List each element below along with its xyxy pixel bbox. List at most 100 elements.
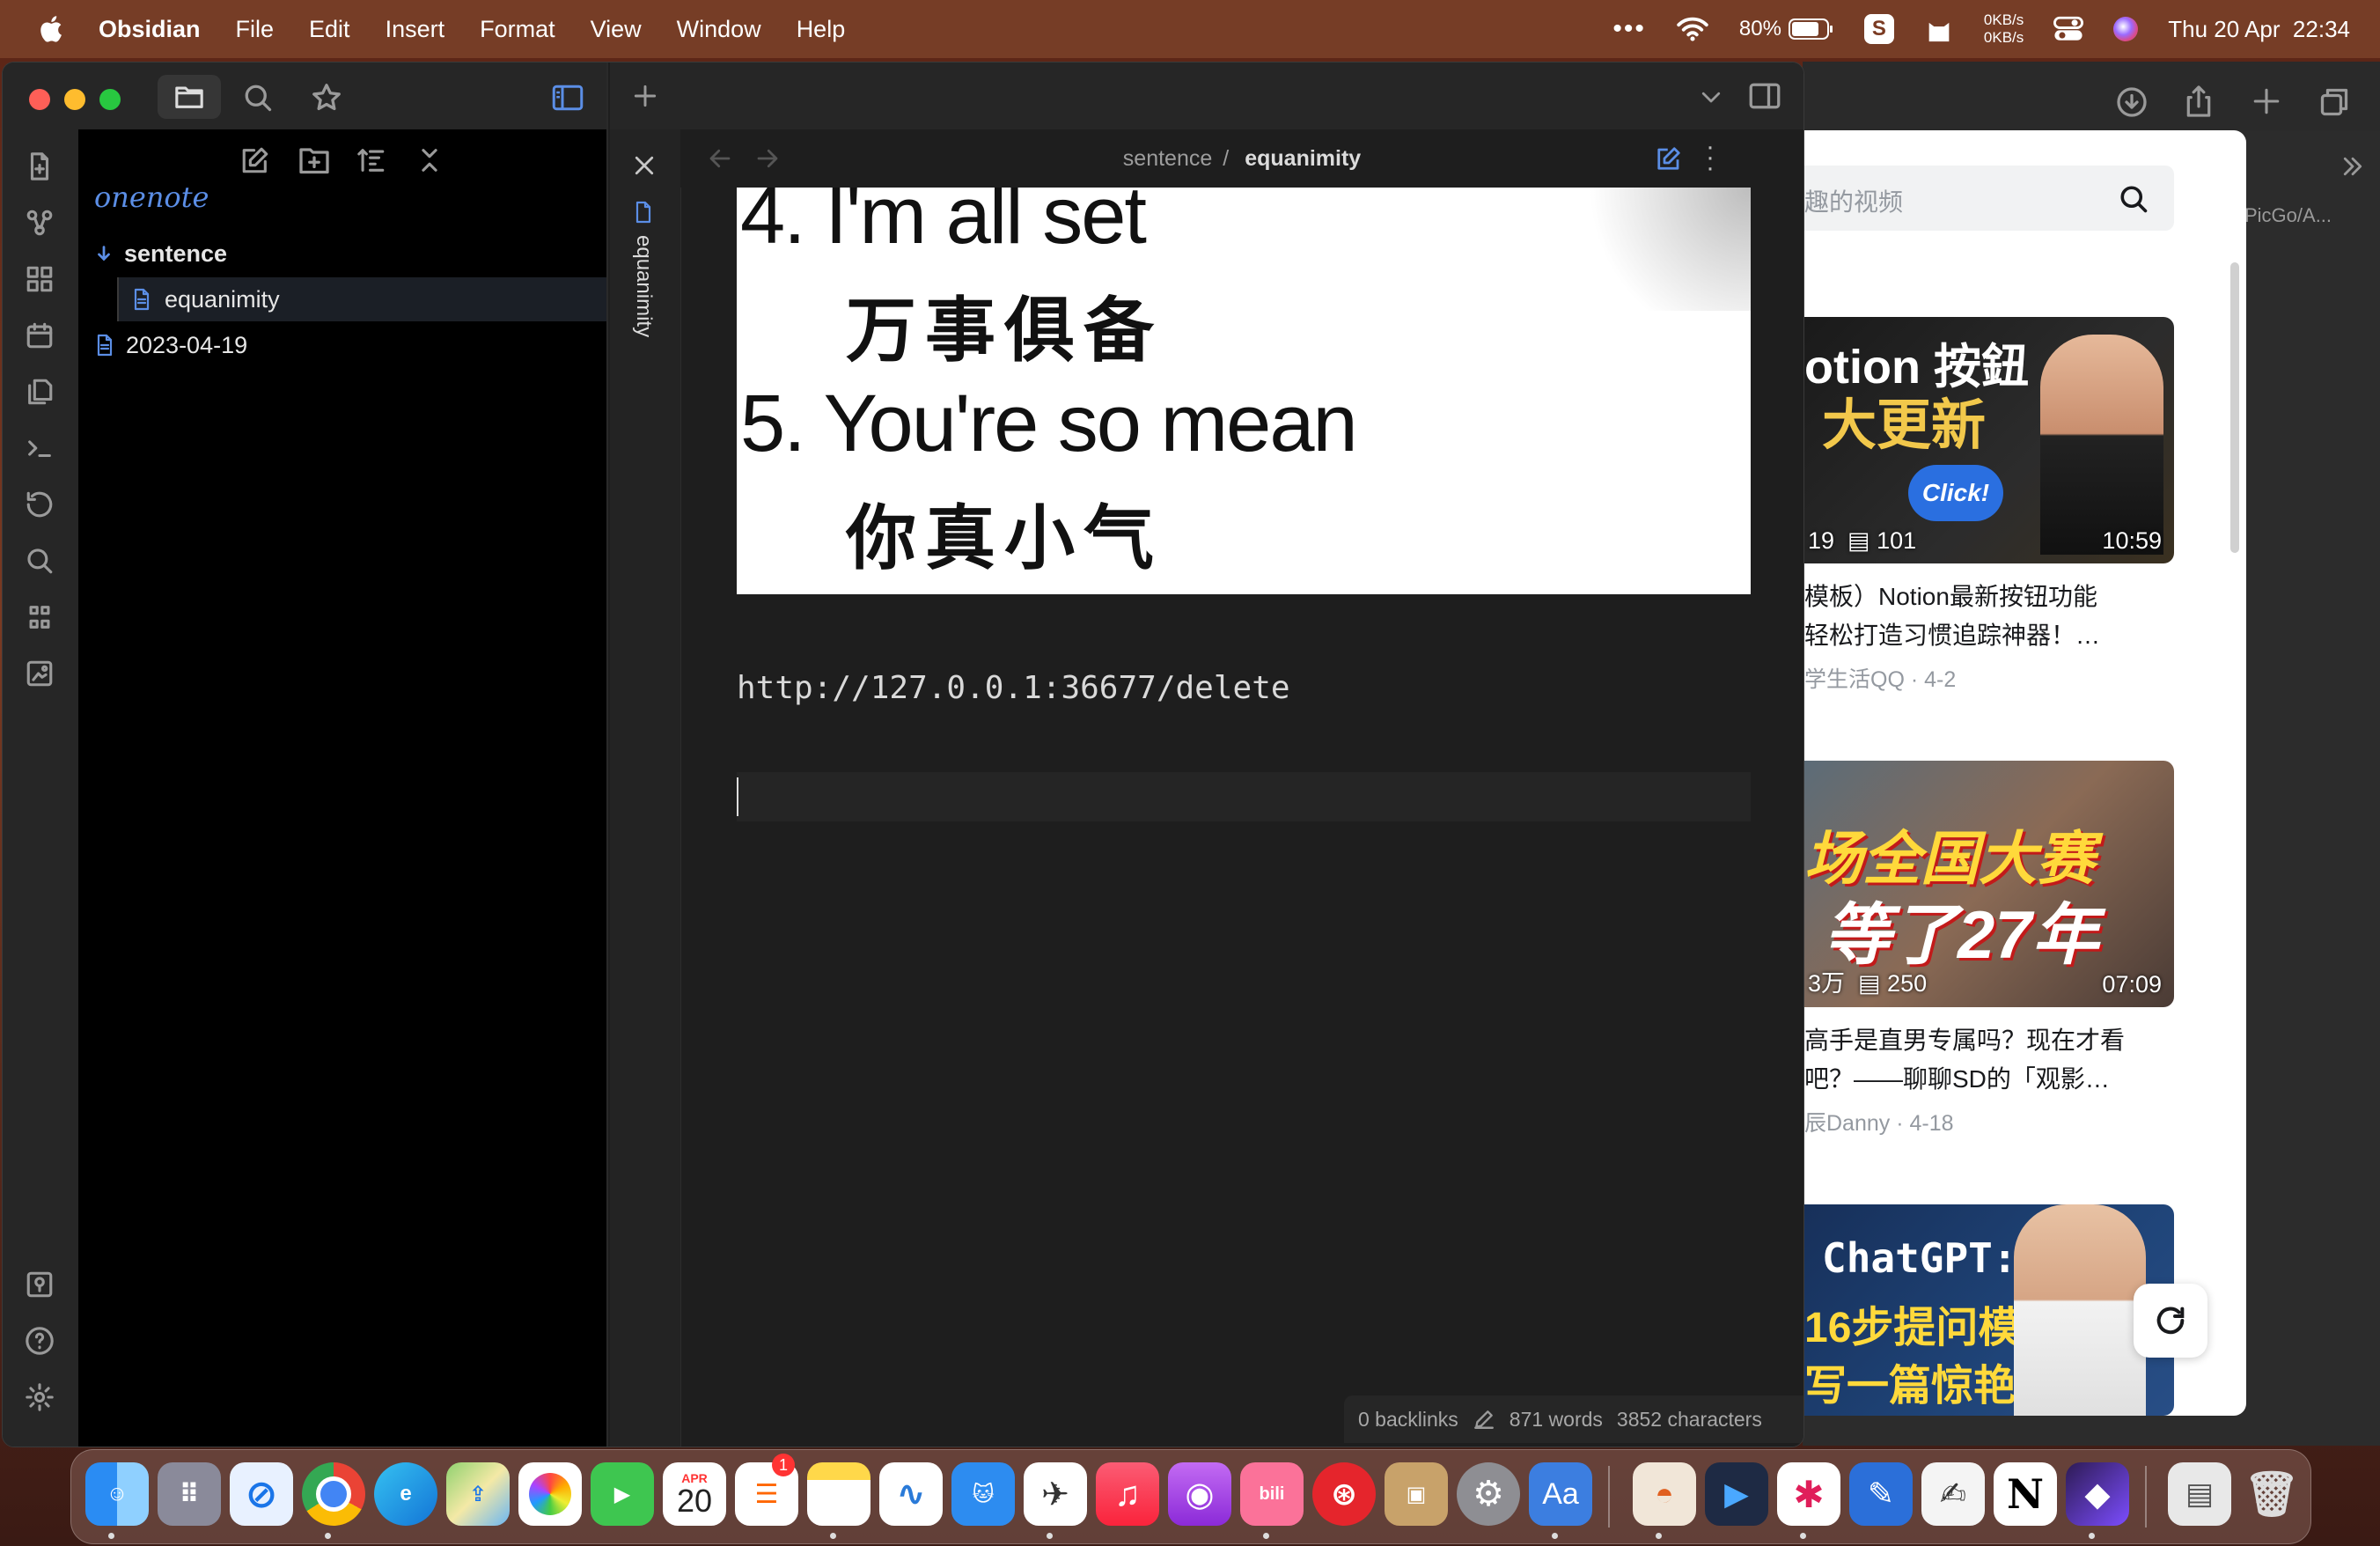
breadcrumb-folder[interactable]: sentence <box>1123 146 1212 172</box>
character-count[interactable]: 3852 characters <box>1617 1408 1762 1432</box>
tree-folder-sentence[interactable]: sentence <box>78 232 606 276</box>
shadowrocket-icon[interactable]: ✈ <box>1024 1462 1087 1526</box>
chevron-down-icon[interactable] <box>1698 84 1724 110</box>
ribbon-help[interactable] <box>18 1320 61 1362</box>
search-icon[interactable] <box>2118 183 2149 215</box>
ribbon-history[interactable] <box>18 483 61 526</box>
star-icon[interactable] <box>311 82 342 114</box>
clash-icon[interactable]: 🐱 <box>951 1462 1015 1526</box>
menu-edit[interactable]: Edit <box>309 16 350 43</box>
textedit-icon[interactable]: ✍ <box>1921 1462 1985 1526</box>
menu-insert[interactable]: Insert <box>386 16 445 43</box>
embedded-image[interactable]: 4. I'm all set 万事俱备 5. You're so mean 你真… <box>737 188 1751 594</box>
downloads-stack-icon[interactable]: ▤ <box>2168 1462 2231 1526</box>
search-box[interactable]: 趣的视频 <box>1804 166 2174 231</box>
app-icon-pot[interactable]: ◓ <box>1633 1462 1696 1526</box>
calendar-app-icon[interactable]: APR 20 <box>663 1462 726 1526</box>
finder-icon[interactable]: ☺ <box>85 1462 149 1526</box>
collapse-all-icon[interactable] <box>415 145 444 175</box>
zoom-window-button[interactable] <box>99 89 121 110</box>
scrivener-icon[interactable]: S <box>1863 14 1894 44</box>
download-icon[interactable] <box>2116 86 2148 118</box>
dictionary-icon[interactable]: Aa <box>1529 1462 1592 1526</box>
menu-help[interactable]: Help <box>797 16 846 43</box>
launchpad-icon[interactable]: ⠿ <box>158 1462 221 1526</box>
tabs-overview-icon[interactable] <box>2318 86 2350 118</box>
search-icon[interactable] <box>242 82 274 114</box>
share-icon[interactable] <box>2183 85 2215 118</box>
notion-icon[interactable]: N <box>1994 1462 2057 1526</box>
control-center-icon[interactable] <box>2053 16 2084 42</box>
sidebar-toggle-icon[interactable] <box>552 84 584 112</box>
ribbon-new-note[interactable] <box>18 145 61 188</box>
menu-window[interactable]: Window <box>677 16 761 43</box>
apple-icon[interactable] <box>35 12 69 46</box>
new-tab-icon[interactable] <box>2251 86 2281 116</box>
app-icon-pencil[interactable]: ✎ <box>1849 1462 1913 1526</box>
ribbon-settings[interactable] <box>18 1376 61 1418</box>
obsidian-app-icon[interactable]: ◆ <box>2066 1462 2129 1526</box>
video-meta[interactable]: 学生活QQ · 4-2 <box>1804 662 1956 694</box>
safari-icon[interactable]: ⊘ <box>230 1462 293 1526</box>
ribbon-command-palette[interactable] <box>18 427 61 469</box>
menu-app-name[interactable]: Obsidian <box>99 16 201 43</box>
refresh-button[interactable] <box>2134 1284 2207 1358</box>
bilibili-icon[interactable]: bili <box>1240 1462 1304 1526</box>
vault-name[interactable]: onenote <box>94 180 209 214</box>
tree-file-2023-04-19[interactable]: 2023-04-19 <box>78 323 606 367</box>
music-icon[interactable]: ♫ <box>1096 1462 1159 1526</box>
siri-icon[interactable] <box>2113 17 2139 41</box>
ribbon-search[interactable] <box>18 540 61 582</box>
more-icon[interactable]: ••• <box>1612 14 1646 44</box>
close-icon[interactable] <box>631 152 657 179</box>
ribbon-graph[interactable] <box>18 202 61 244</box>
wifi-icon[interactable] <box>1676 16 1709 42</box>
menu-format[interactable]: Format <box>480 16 555 43</box>
new-folder-icon[interactable] <box>298 145 330 175</box>
ribbon-templates[interactable] <box>18 371 61 413</box>
chrome-icon[interactable] <box>302 1462 365 1526</box>
tree-file-equanimity[interactable]: equanimity <box>117 277 606 321</box>
ribbon-daily-note[interactable] <box>18 314 61 357</box>
new-tab-icon[interactable] <box>631 82 659 110</box>
slack-icon[interactable]: ✱ <box>1777 1462 1840 1526</box>
word-count[interactable]: 871 words <box>1510 1408 1603 1432</box>
video-title[interactable]: 模板）Notion最新按钮功能 轻松打造习惯追踪神器！… <box>1804 578 2183 655</box>
video-thumbnail[interactable]: otion 按鈕 大更新 Click! 19 ▤ 101 10:59 <box>1804 317 2174 563</box>
ribbon-canvas[interactable] <box>18 258 61 300</box>
sort-icon[interactable] <box>356 145 386 175</box>
maps-icon[interactable]: ⇪ <box>446 1462 510 1526</box>
note-url-text[interactable]: http://127.0.0.1:36677/delete <box>737 670 1290 706</box>
podcasts-icon[interactable]: ◉ <box>1168 1462 1231 1526</box>
ribbon-plugin[interactable] <box>18 596 61 638</box>
cat-icon[interactable] <box>1924 14 1954 44</box>
files-tab[interactable] <box>158 75 221 119</box>
video-title[interactable]: 高手是直男专属吗？现在才看 吧？——聊聊SD的「观影… <box>1804 1021 2183 1099</box>
scrollbar[interactable] <box>2230 262 2239 553</box>
active-line[interactable] <box>737 772 1751 821</box>
more-options-icon[interactable]: · · · <box>1701 134 1719 181</box>
breadcrumb-file[interactable]: equanimity <box>1245 146 1361 172</box>
freeform-icon[interactable]: ∿ <box>879 1462 943 1526</box>
menu-view[interactable]: View <box>591 16 642 43</box>
clock[interactable]: Thu 20 Apr 22:34 <box>2168 16 2350 43</box>
minimize-window-button[interactable] <box>64 89 85 110</box>
video-meta[interactable]: 辰Danny · 4-18 <box>1804 1106 1954 1137</box>
system-settings-icon[interactable]: ⚙ <box>1457 1462 1520 1526</box>
backlinks-count[interactable]: 0 backlinks <box>1358 1408 1458 1432</box>
app-icon-infuse[interactable]: ▶ <box>1705 1462 1768 1526</box>
trash-icon[interactable]: 🗑 <box>2240 1462 2303 1526</box>
ribbon-image[interactable] <box>18 652 61 695</box>
archive-utility-icon[interactable]: ▣ <box>1385 1462 1448 1526</box>
stacked-tab-label[interactable]: equanimity <box>631 235 656 337</box>
close-window-button[interactable] <box>29 89 50 110</box>
facetime-icon[interactable]: ▶ <box>591 1462 654 1526</box>
right-sidebar-toggle-icon[interactable] <box>1749 82 1781 110</box>
edit-mode-icon[interactable] <box>1656 145 1682 172</box>
new-note-icon[interactable] <box>240 145 270 175</box>
pencil-icon[interactable] <box>1473 1408 1495 1431</box>
side-tab-label[interactable]: PicGo/A... <box>2244 204 2332 227</box>
notes-icon[interactable] <box>807 1462 870 1526</box>
edge-icon[interactable]: e <box>374 1462 437 1526</box>
chevron-double-right-icon[interactable] <box>2340 153 2366 180</box>
